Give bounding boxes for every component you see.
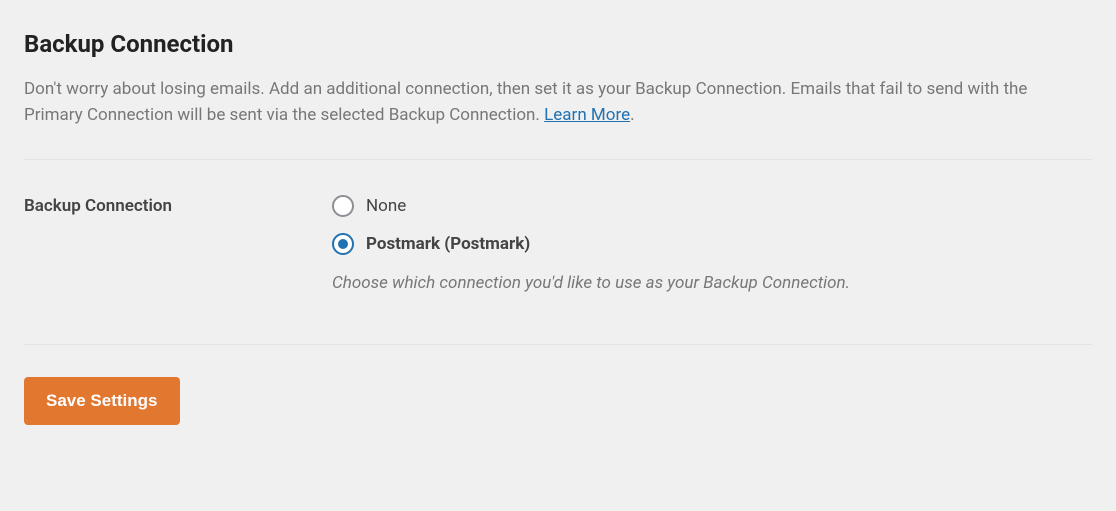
backup-connection-row: Backup Connection None Postmark (Postmar… xyxy=(24,195,1092,297)
backup-connection-control: None Postmark (Postmark) Choose which co… xyxy=(332,195,1092,297)
radio-label-postmark: Postmark (Postmark) xyxy=(366,234,530,254)
radio-label-none: None xyxy=(366,196,406,216)
divider xyxy=(24,159,1092,160)
radio-option-postmark[interactable]: Postmark (Postmark) xyxy=(332,233,1092,255)
field-hint: Choose which connection you'd like to us… xyxy=(332,271,1092,297)
radio-option-none[interactable]: None xyxy=(332,195,1092,217)
learn-more-link[interactable]: Learn More xyxy=(544,105,630,125)
section-title: Backup Connection xyxy=(24,30,1092,58)
save-settings-button[interactable]: Save Settings xyxy=(24,377,180,425)
section-description-text: Don't worry about losing emails. Add an … xyxy=(24,79,1027,125)
radio-icon-selected xyxy=(332,233,354,255)
section-description-end: . xyxy=(630,105,634,125)
divider-bottom xyxy=(24,344,1092,345)
backup-connection-label: Backup Connection xyxy=(24,195,332,216)
radio-icon xyxy=(332,195,354,217)
section-description: Don't worry about losing emails. Add an … xyxy=(24,76,1084,129)
